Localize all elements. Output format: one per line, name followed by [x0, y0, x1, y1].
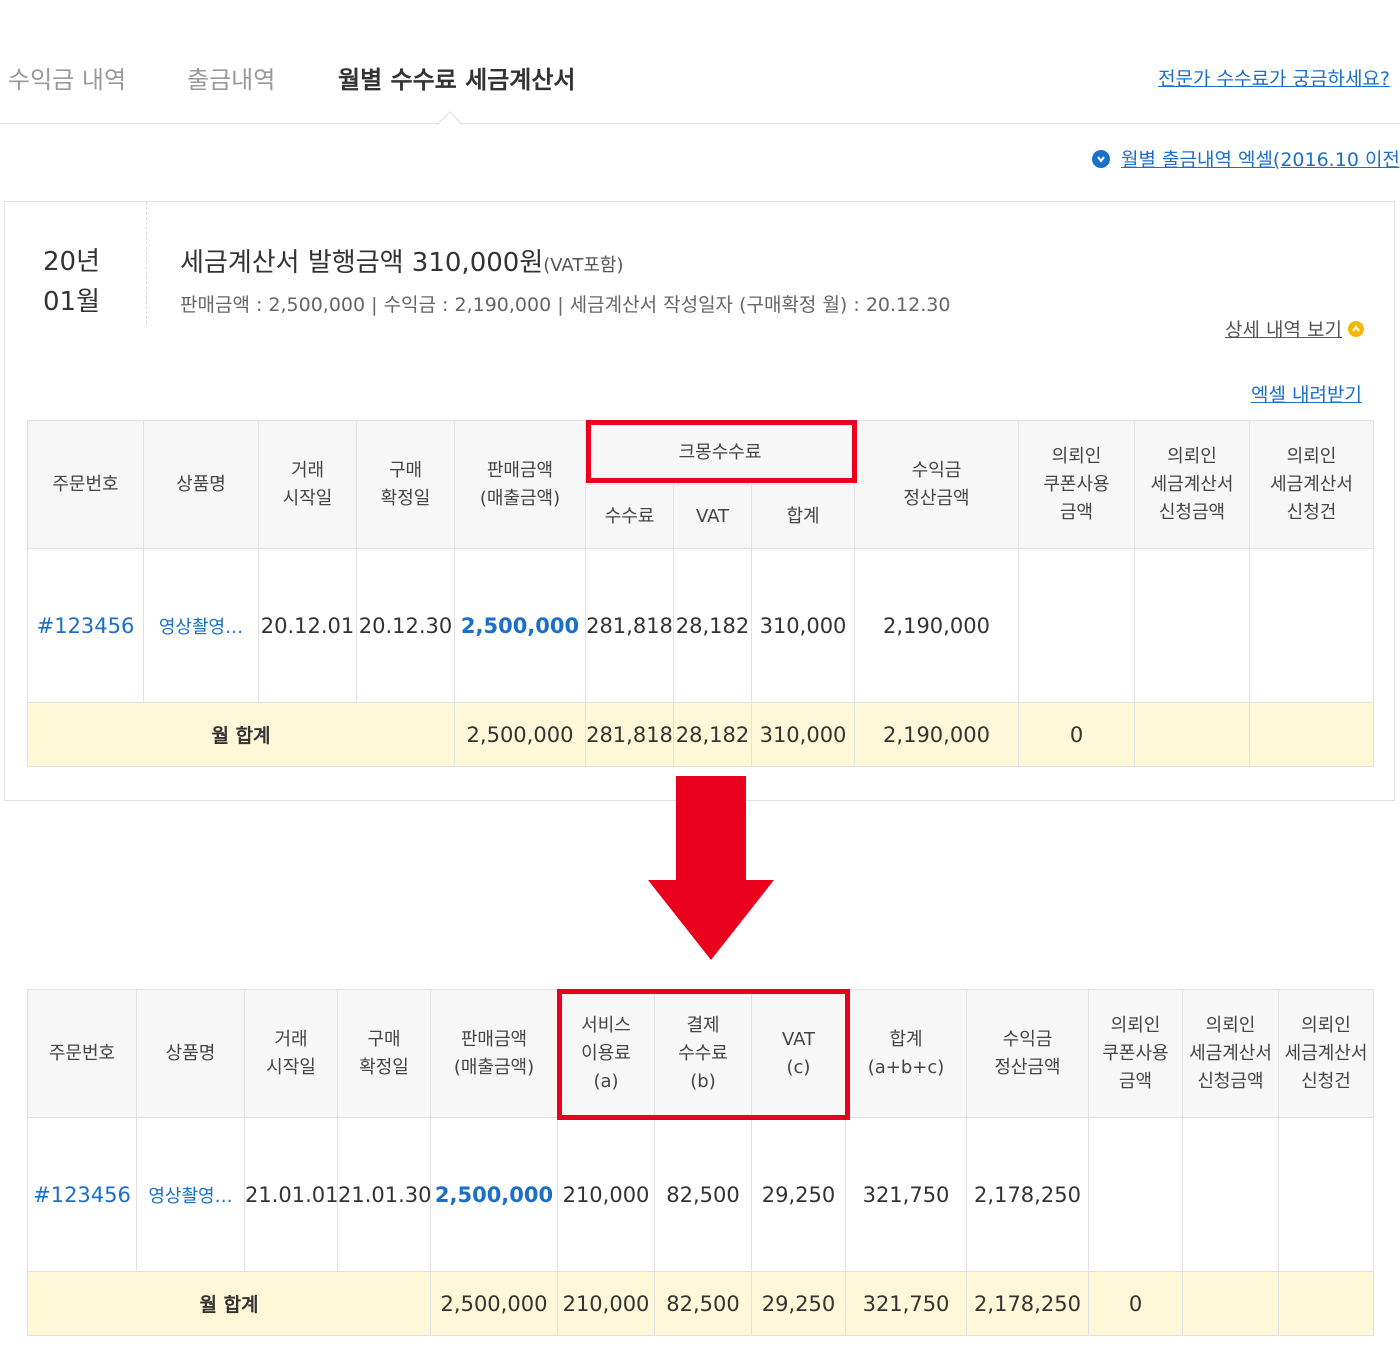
excel-old-link[interactable]: 월별 출금내역 엑셀(2016.10 이전) [1092, 145, 1400, 172]
cell-confirm-date: 20.12.30 [356, 548, 455, 703]
cell-start-date: 21.01.01 [244, 1117, 338, 1272]
cell-confirm-date: 21.01.30 [337, 1117, 431, 1272]
total-settlement: 2,178,250 [966, 1271, 1089, 1336]
period-divider [146, 202, 147, 324]
header-confirm-date: 구매 확정일 [337, 989, 431, 1118]
cell-invoice-amount [1182, 1117, 1279, 1272]
total-invoice-amount [1134, 702, 1250, 767]
table-row: #123456 영상촬영… 20.12.01 20.12.30 2,500,00… [27, 548, 1374, 703]
header-fee: 수수료 [585, 484, 674, 549]
detail-view-label: 상세 내역 보기 [1225, 319, 1342, 341]
header-vat: VAT (c) [751, 989, 846, 1118]
cell-start-date: 20.12.01 [258, 548, 357, 703]
period-label: 20년 01월 [43, 242, 100, 322]
total-coupon: 0 [1018, 702, 1135, 767]
invoice-summary-line: 판매금액 : 2,500,000 | 수익금 : 2,190,000 | 세금계… [180, 294, 951, 316]
header-payment-fee: 결제 수수료 (b) [654, 989, 752, 1118]
header-settlement: 수익금 정산금액 [966, 989, 1089, 1118]
period-month: 01월 [43, 287, 101, 317]
cell-settlement: 2,190,000 [854, 548, 1019, 703]
invoice-title: 세금계산서 발행금액 310,000원(VAT포함) [180, 242, 624, 279]
header-invoice-amount: 의뢰인 세금계산서 신청금액 [1134, 420, 1250, 549]
vat-note: (VAT포함) [543, 255, 624, 276]
header-invoice-count: 의뢰인 세금계산서 신청건 [1249, 420, 1374, 549]
cell-settlement: 2,178,250 [966, 1117, 1089, 1272]
product-link[interactable]: 영상촬영… [136, 1117, 245, 1272]
order-number-link[interactable]: #123456 [27, 1117, 137, 1272]
cell-sum: 321,750 [845, 1117, 967, 1272]
cell-fee-sum: 310,000 [751, 548, 855, 703]
excel-old-label: 월별 출금내역 엑셀(2016.10 이전) [1121, 149, 1400, 171]
excel-download-link[interactable]: 엑셀 내려받기 [1251, 380, 1362, 407]
cell-invoice-amount [1134, 548, 1250, 703]
header-invoice-count: 의뢰인 세금계산서 신청건 [1278, 989, 1374, 1118]
cell-vat: 29,250 [751, 1117, 846, 1272]
total-row: 월 합계 2,500,000 281,818 28,182 310,000 2,… [27, 702, 1374, 767]
header-order-no: 주문번호 [27, 420, 144, 549]
header-coupon: 의뢰인 쿠폰사용 금액 [1018, 420, 1135, 549]
header-service-fee: 서비스 이용료 (a) [557, 989, 655, 1118]
total-fee: 281,818 [585, 702, 674, 767]
cell-invoice-count [1278, 1117, 1374, 1272]
cell-fee: 281,818 [585, 548, 674, 703]
tab-revenue[interactable]: 수익금 내역 [8, 60, 126, 95]
header-fee-sum: 합계 [751, 484, 855, 549]
tab-bar: 수익금 내역 출금내역 월별 수수료 세금계산서 전문가 수수료가 궁금하세요? [0, 0, 1400, 125]
total-sales: 2,500,000 [454, 702, 586, 767]
header-start-date: 거래 시작일 [258, 420, 357, 549]
total-invoice-count [1249, 702, 1374, 767]
cell-sales: 2,500,000 [454, 548, 586, 703]
total-invoice-count [1278, 1271, 1374, 1336]
header-sales: 판매금액 (매출금액) [430, 989, 558, 1118]
order-number-link[interactable]: #123456 [27, 548, 144, 703]
header-invoice-amount: 의뢰인 세금계산서 신청금액 [1182, 989, 1279, 1118]
cell-service-fee: 210,000 [557, 1117, 655, 1272]
header-vat: VAT [673, 484, 752, 549]
total-vat: 29,250 [751, 1271, 846, 1336]
download-circle-icon [1092, 149, 1110, 168]
product-link[interactable]: 영상촬영… [143, 548, 259, 703]
total-label: 월 합계 [27, 1271, 431, 1336]
total-settlement: 2,190,000 [854, 702, 1019, 767]
cell-payment-fee: 82,500 [654, 1117, 752, 1272]
tab-withdrawal[interactable]: 출금내역 [187, 60, 275, 95]
total-label: 월 합계 [27, 702, 455, 767]
table-row: #123456 영상촬영… 21.01.01 21.01.30 2,500,00… [27, 1117, 1374, 1272]
total-vat: 28,182 [673, 702, 752, 767]
cell-coupon [1018, 548, 1135, 703]
total-payment-fee: 82,500 [654, 1271, 752, 1336]
header-start-date: 거래 시작일 [244, 989, 338, 1118]
cell-coupon [1088, 1117, 1183, 1272]
total-service-fee: 210,000 [557, 1271, 655, 1336]
header-coupon: 의뢰인 쿠폰사용 금액 [1088, 989, 1183, 1118]
header-sum: 합계 (a+b+c) [845, 989, 967, 1118]
active-tab-caret [437, 111, 463, 125]
total-sales: 2,500,000 [430, 1271, 558, 1336]
total-coupon: 0 [1088, 1271, 1183, 1336]
detail-view-link[interactable]: 상세 내역 보기 [1225, 315, 1364, 342]
header-confirm-date: 구매 확정일 [356, 420, 455, 549]
fee-table-new: 주문번호 상품명 거래 시작일 구매 확정일 판매금액 (매출금액) 서비스 이… [27, 989, 1374, 1336]
header-order-no: 주문번호 [27, 989, 137, 1118]
invoice-amount-text: 세금계산서 발행금액 310,000원 [180, 248, 544, 278]
tab-monthly-invoice[interactable]: 월별 수수료 세금계산서 [338, 60, 576, 95]
total-invoice-amount [1182, 1271, 1279, 1336]
header-product: 상품명 [143, 420, 259, 549]
down-arrow-icon [648, 776, 774, 960]
period-year: 20년 [43, 247, 101, 277]
header-product: 상품명 [136, 989, 245, 1118]
total-row: 월 합계 2,500,000 210,000 82,500 29,250 321… [27, 1271, 1374, 1336]
cell-invoice-count [1249, 548, 1374, 703]
header-sales: 판매금액 (매출금액) [454, 420, 586, 549]
cell-vat: 28,182 [673, 548, 752, 703]
fee-table-old: 주문번호 상품명 거래 시작일 구매 확정일 판매금액 (매출금액) 크몽수수료… [27, 420, 1374, 767]
total-fee-sum: 310,000 [751, 702, 855, 767]
header-settlement: 수익금 정산금액 [854, 420, 1019, 549]
cell-sales: 2,500,000 [430, 1117, 558, 1272]
header-kmong-fee-group: 크몽수수료 [585, 420, 855, 485]
total-sum: 321,750 [845, 1271, 967, 1336]
chevron-up-circle-icon [1347, 320, 1364, 337]
fee-help-link[interactable]: 전문가 수수료가 궁금하세요? [1158, 64, 1390, 91]
